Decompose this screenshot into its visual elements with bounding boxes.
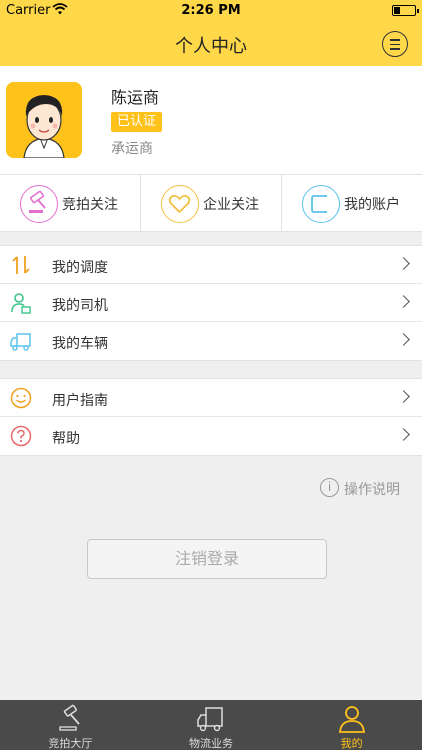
avatar[interactable] [6,82,82,158]
menu-item-my-vehicles[interactable]: 我的车辆 [0,322,422,360]
user-role: 承运商 [111,141,153,157]
avatar-illustration [6,82,82,158]
tab-label: 物流业务 [189,737,233,750]
person-icon [338,706,365,733]
tab-logistics[interactable]: 物流业务 [141,700,282,750]
menu-item-label: 我的调度 [52,260,108,276]
menu-button[interactable] [382,31,408,57]
tab-mine[interactable]: 我的 [281,700,422,750]
heart-icon [161,185,199,223]
menu-item-my-drivers[interactable]: 我的司机 [0,284,422,322]
operation-instructions-link[interactable]: i 操作说明 [320,478,402,498]
smile-icon [10,387,32,409]
operation-instructions-label: 操作说明 [344,482,400,498]
wallet-icon [302,185,340,223]
quick-action-label: 我的账户 [344,197,400,213]
menu-line [390,43,400,45]
menu-item-help[interactable]: 帮助 [0,417,422,455]
quick-actions: 竞拍关注 企业关注 我的账户 [0,174,422,232]
quick-action-auction-follow[interactable]: 竞拍关注 [0,175,141,231]
clock: 2:26 PM [181,3,241,18]
quick-action-label: 企业关注 [203,197,259,213]
menu-group-management: 我的调度 我的司机 我的车辆 [0,245,422,361]
dispatch-arrows-icon [12,256,30,274]
page-title: 个人中心 [175,36,247,57]
verified-badge: 已认证 [111,112,163,132]
tab-bar: 竞拍大厅 物流业务 我的 [0,700,422,750]
menu-item-label: 用户指南 [52,393,108,409]
status-bar: Carrier 2:26 PM [0,0,422,22]
chevron-right-icon [397,295,410,308]
quick-action-company-follow[interactable]: 企业关注 [141,175,282,231]
chevron-right-icon [397,333,410,346]
chevron-right-icon [397,428,410,441]
info-icon: i [320,478,339,497]
menu-item-my-dispatch[interactable]: 我的调度 [0,246,422,284]
menu-group-support: 用户指南 帮助 [0,378,422,456]
gavel-icon [20,185,58,223]
battery-icon [392,5,419,16]
tab-label: 竞拍大厅 [48,737,93,750]
chevron-right-icon [397,390,410,403]
user-name: 陈运商 [111,88,160,107]
logout-button[interactable]: 注销登录 [87,539,327,579]
quick-action-my-account[interactable]: 我的账户 [282,175,422,231]
top-header: Carrier 2:26 PM 个人中心 [0,0,422,66]
menu-item-label: 我的司机 [52,298,108,314]
menu-item-user-guide[interactable]: 用户指南 [0,379,422,417]
truck-icon [10,333,31,351]
menu-line [390,48,400,50]
profile-card: 陈运商 已认证 承运商 [0,66,422,174]
gavel-icon [59,704,81,731]
menu-line [390,39,400,41]
driver-icon [11,293,31,314]
menu-item-label: 帮助 [52,431,80,447]
truck-icon [197,707,223,732]
menu-item-label: 我的车辆 [52,336,108,352]
question-icon [10,425,32,447]
chevron-right-icon [397,257,410,270]
quick-action-label: 竞拍关注 [62,197,118,213]
tab-auction-hall[interactable]: 竞拍大厅 [0,700,141,750]
tab-label: 我的 [340,737,363,750]
